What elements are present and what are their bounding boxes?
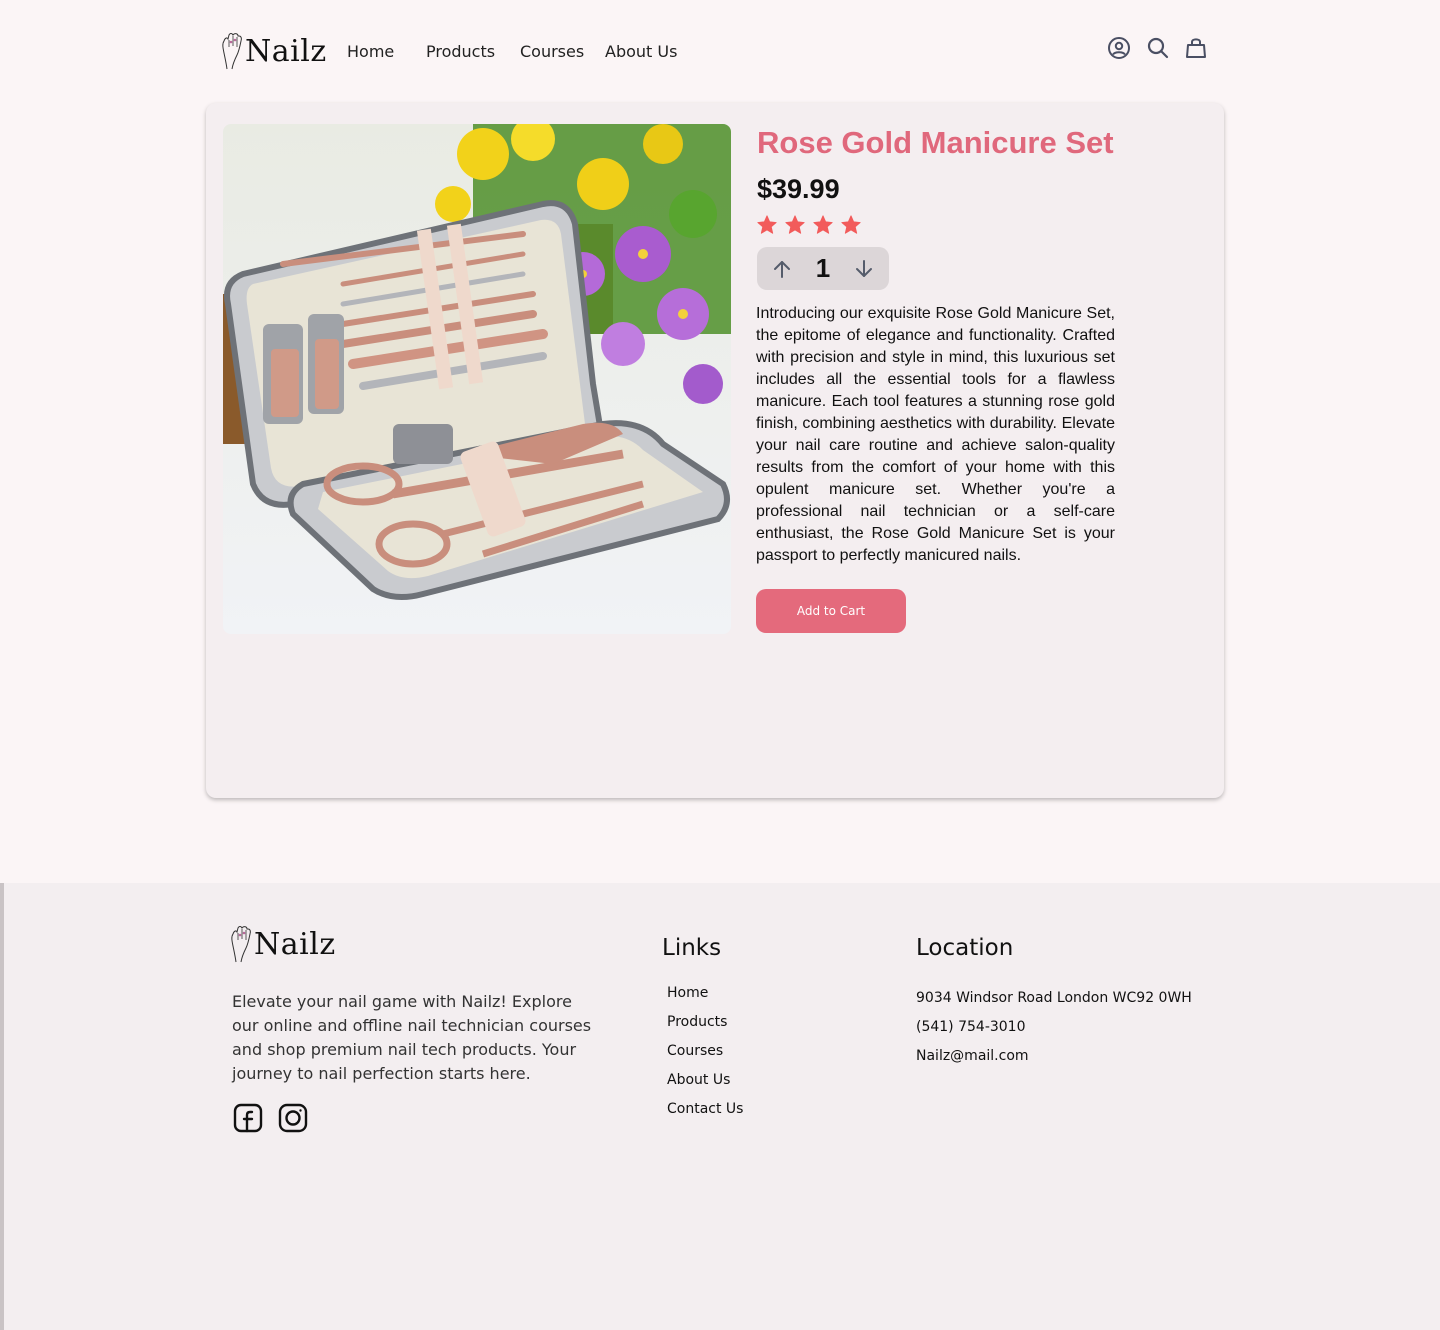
facebook-icon[interactable]: [232, 1102, 264, 1134]
nav-about-us[interactable]: About Us: [605, 42, 677, 61]
product-description: Introducing our exquisite Rose Gold Mani…: [756, 305, 1115, 564]
brand-name: Nailz: [245, 33, 327, 69]
product-card: Rose Gold Manicure Set $39.99 1 Introduc…: [206, 103, 1224, 798]
star-icon: [813, 215, 833, 234]
arrow-down-icon[interactable]: [853, 258, 875, 280]
site-header: Nailz Home Products Courses About Us: [0, 0, 1440, 100]
star-icon: [757, 215, 777, 234]
footer-brand-logo[interactable]: Nailz: [230, 925, 336, 963]
rating-stars: [756, 214, 862, 236]
hand-logo-icon: [222, 33, 242, 70]
quantity-stepper: 1: [757, 247, 889, 290]
shopping-bag-icon[interactable]: [1184, 36, 1208, 60]
brand-logo[interactable]: Nailz: [221, 32, 327, 70]
nav-products[interactable]: Products: [426, 42, 495, 61]
location-title: Location: [916, 935, 1014, 961]
footer-link-home[interactable]: Home: [667, 985, 708, 1001]
contact-phone: (541) 754-3010: [916, 1019, 1026, 1035]
nav-courses[interactable]: Courses: [520, 42, 584, 61]
user-icon[interactable]: [1107, 36, 1131, 60]
search-icon[interactable]: [1146, 36, 1170, 60]
footer-brand-name: Nailz: [254, 926, 336, 962]
footer-tagline: Elevate your nail game with Nailz! Explo…: [232, 992, 592, 1083]
footer-link-about-us[interactable]: About Us: [667, 1072, 730, 1088]
footer-edge: [0, 883, 4, 1330]
site-footer: Nailz Elevate your nail game with Nailz!…: [0, 883, 1440, 1330]
footer-link-products[interactable]: Products: [667, 1014, 727, 1030]
arrow-up-icon[interactable]: [771, 258, 793, 280]
add-to-cart-button[interactable]: Add to Cart: [756, 589, 906, 633]
footer-link-courses[interactable]: Courses: [667, 1043, 723, 1059]
quantity-value[interactable]: 1: [809, 253, 837, 284]
footer-link-contact-us[interactable]: Contact Us: [667, 1101, 743, 1117]
nav-home[interactable]: Home: [347, 42, 394, 61]
links-title: Links: [662, 935, 722, 961]
star-icon: [841, 215, 861, 234]
contact-address: 9034 Windsor Road London WC92 0WH: [916, 990, 1192, 1006]
hand-logo-icon: [231, 926, 251, 963]
contact-email: Nailz@mail.com: [916, 1048, 1029, 1064]
product-image: [223, 124, 731, 634]
product-title: Rose Gold Manicure Set: [757, 125, 1114, 160]
star-icon: [785, 215, 805, 234]
product-price: $39.99: [757, 174, 840, 204]
instagram-icon[interactable]: [277, 1102, 309, 1134]
